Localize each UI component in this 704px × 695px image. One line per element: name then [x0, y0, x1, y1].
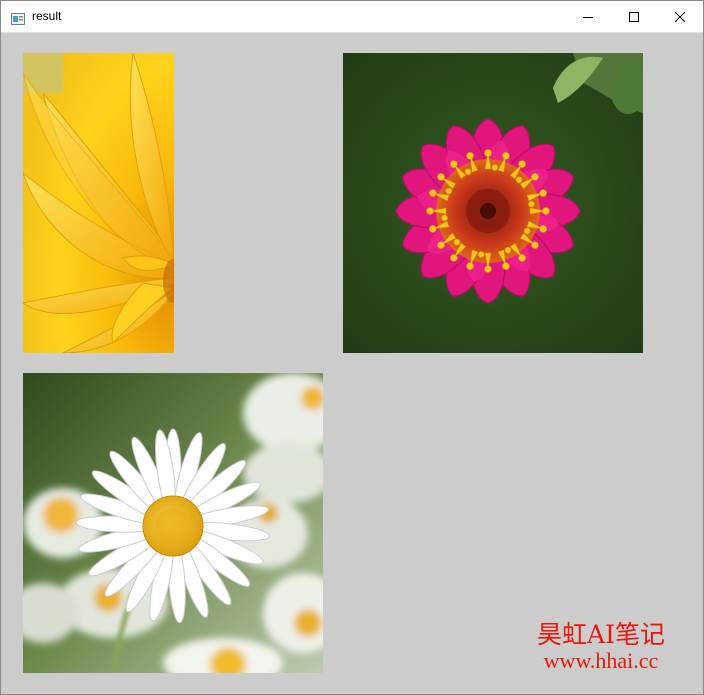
- image-canvas: 昊虹AI笔记 www.hhai.cc: [1, 33, 703, 694]
- close-icon: [675, 11, 685, 22]
- minimize-button[interactable]: [565, 1, 611, 32]
- watermark-title: 昊虹AI笔记: [537, 620, 665, 649]
- close-button[interactable]: [657, 1, 703, 32]
- pink-flower-image: [343, 53, 643, 353]
- app-window: result 昊虹AI笔记 www.hhai.cc: [0, 0, 704, 695]
- yellow-flower-image: [23, 53, 174, 353]
- maximize-icon: [629, 11, 639, 22]
- watermark-url: www.hhai.cc: [543, 648, 659, 673]
- daisy-image: [23, 373, 323, 673]
- window-title: result: [32, 9, 62, 23]
- title-bar[interactable]: result: [1, 1, 703, 33]
- app-window-icon: [11, 10, 25, 25]
- maximize-button[interactable]: [611, 1, 657, 32]
- minimize-icon: [583, 16, 593, 18]
